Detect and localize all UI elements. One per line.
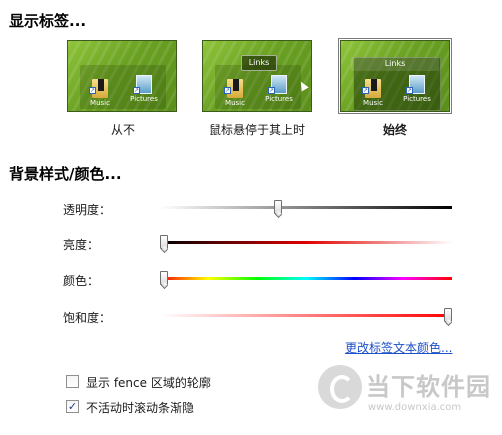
pictures-icon: ↗ Pictures	[402, 75, 432, 103]
preview-always[interactable]: Links ↗ Music ↗ Pictures	[338, 38, 452, 114]
saturation-label: 饱和度：	[63, 311, 112, 325]
color-slider-track[interactable]	[160, 277, 452, 280]
fade-scrollbar-checkbox[interactable]: ✓	[66, 400, 79, 413]
music-icon: ↗ Music	[220, 75, 250, 107]
music-icon: ↗ Music	[358, 75, 388, 107]
fade-scrollbar-label[interactable]: 不活动时滚动条渐隐	[86, 399, 194, 416]
watermark-title: 当下软件园	[366, 373, 491, 401]
caption-never: 从不	[110, 123, 135, 137]
fence-title-links: Links	[241, 55, 277, 71]
preview-on-hover[interactable]: Links ↗ Music ↗ Pictures	[202, 40, 312, 112]
saturation-slider-thumb[interactable]	[444, 308, 452, 322]
fence-title-links: Links	[351, 57, 439, 71]
show-fence-outline-checkbox[interactable]	[66, 375, 79, 388]
watermark-logo-icon	[318, 365, 362, 409]
transparency-slider-thumb[interactable]	[273, 200, 282, 214]
watermark: 当下软件园 www.downxia.com	[318, 363, 498, 423]
transparency-label: 透明度：	[63, 203, 112, 217]
caption-on-hover: 鼠标悬停于其上时	[208, 123, 305, 137]
transparency-slider-track[interactable]	[160, 206, 452, 209]
brightness-slider-thumb[interactable]	[160, 235, 168, 249]
caption-always: 始终	[382, 123, 407, 137]
change-label-text-color-link[interactable]: 更改标签文本颜色...	[345, 339, 452, 356]
preview-never[interactable]: ↗ Music ↗ Pictures	[67, 40, 177, 112]
color-label: 颜色：	[63, 274, 100, 288]
color-slider-thumb[interactable]	[160, 271, 168, 285]
show-fence-outline-label[interactable]: 显示 fence 区域的轮廓	[86, 374, 211, 391]
show-labels-heading: 显示标签...	[9, 12, 87, 30]
pictures-icon: ↗ Pictures	[129, 75, 159, 103]
background-style-heading: 背景样式/颜色...	[9, 165, 122, 183]
pictures-icon: ↗ Pictures	[264, 75, 294, 103]
brightness-slider-track[interactable]	[160, 241, 452, 244]
brightness-label: 亮度：	[63, 238, 100, 252]
saturation-slider-track[interactable]	[160, 314, 452, 317]
watermark-url: www.downxia.com	[368, 402, 462, 413]
music-icon: ↗ Music	[85, 75, 115, 107]
